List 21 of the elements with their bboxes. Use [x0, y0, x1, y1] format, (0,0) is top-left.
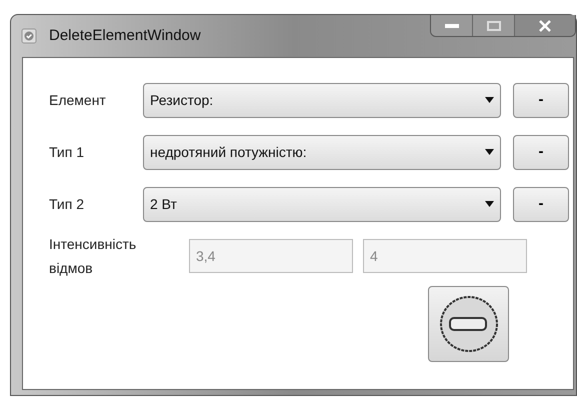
field-label: Інтенсивність відмов: [49, 235, 138, 278]
dropdown-arrow-icon: [485, 201, 494, 207]
close-button[interactable]: [515, 15, 575, 36]
dropdown[interactable]: 2 Вт: [143, 186, 501, 222]
window-title: DeleteElementWindow: [49, 26, 201, 46]
dropdown[interactable]: Резистор:: [143, 82, 501, 118]
dropdown[interactable]: недротяний потужністю:: [143, 134, 501, 170]
delete-button[interactable]: [428, 286, 509, 362]
field-label: Елемент: [49, 90, 107, 110]
remove-button[interactable]: -: [513, 134, 569, 170]
field-label: Тип 2: [49, 194, 86, 214]
field-label: Тип 1: [49, 142, 86, 162]
dropdown-arrow-icon: [485, 149, 494, 155]
minus-circle-icon: [438, 294, 500, 354]
minimize-button[interactable]: [431, 15, 473, 36]
remove-button[interactable]: -: [513, 82, 569, 118]
dropdown-arrow-icon: [485, 97, 494, 103]
maximize-button[interactable]: [473, 15, 515, 36]
close-icon: [539, 20, 551, 32]
app-icon: [21, 28, 37, 44]
remove-button[interactable]: -: [513, 186, 569, 222]
